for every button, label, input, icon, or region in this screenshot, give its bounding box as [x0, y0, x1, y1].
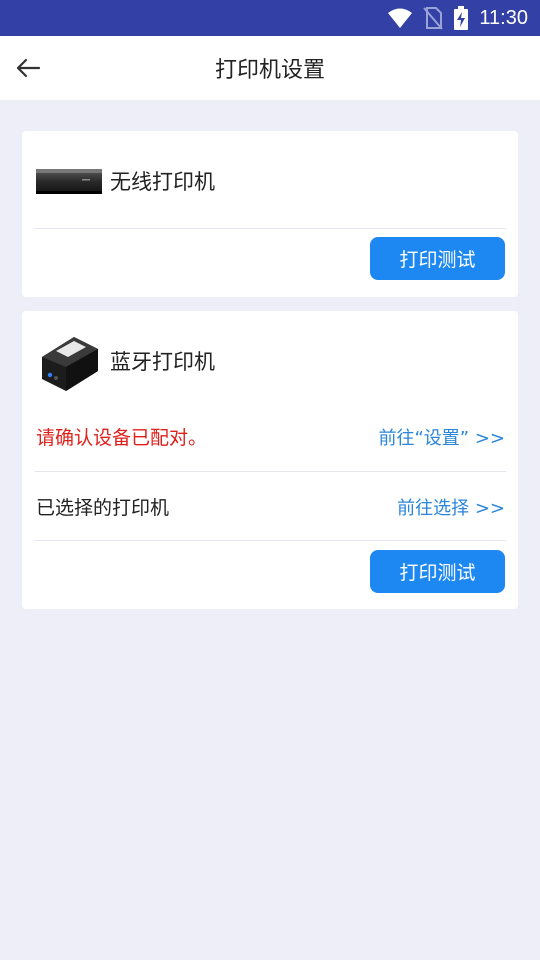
divider — [34, 471, 506, 472]
status-bar: 11:30 — [0, 0, 540, 36]
go-to-settings-link[interactable]: 前往“设置” >> — [378, 424, 505, 450]
go-to-select-link[interactable]: 前往选择 >> — [397, 494, 505, 520]
wireless-printer-image — [36, 169, 102, 194]
no-sim-icon — [423, 6, 444, 30]
bluetooth-printer-image — [42, 337, 98, 391]
pairing-notice: 请确认设备已配对。 — [36, 427, 208, 449]
wireless-test-print-button[interactable]: 打印测试 — [370, 237, 505, 280]
wifi-icon — [387, 7, 413, 29]
divider — [34, 228, 506, 229]
wireless-printer-name: 无线打印机 — [110, 170, 215, 194]
battery-charging-icon — [453, 6, 469, 30]
bluetooth-printer-header: 蓝牙打印机 — [34, 327, 215, 395]
arrow-left-icon — [16, 58, 41, 78]
app-bar: 打印机设置 — [0, 36, 540, 100]
wireless-printer-header: 无线打印机 — [34, 161, 215, 201]
page-title: 打印机设置 — [214, 58, 325, 83]
clock: 11:30 — [479, 6, 528, 29]
bluetooth-test-print-button[interactable]: 打印测试 — [370, 550, 505, 593]
back-button[interactable] — [12, 52, 44, 84]
selected-printer-label: 已选择的打印机 — [36, 497, 170, 519]
divider — [34, 540, 506, 541]
bluetooth-printer-card: 蓝牙打印机 请确认设备已配对。 前往“设置” >> 已选择的打印机 前往选择 >… — [22, 311, 518, 609]
bluetooth-printer-name: 蓝牙打印机 — [110, 350, 215, 374]
wireless-printer-card: 无线打印机 打印测试 — [22, 131, 518, 297]
